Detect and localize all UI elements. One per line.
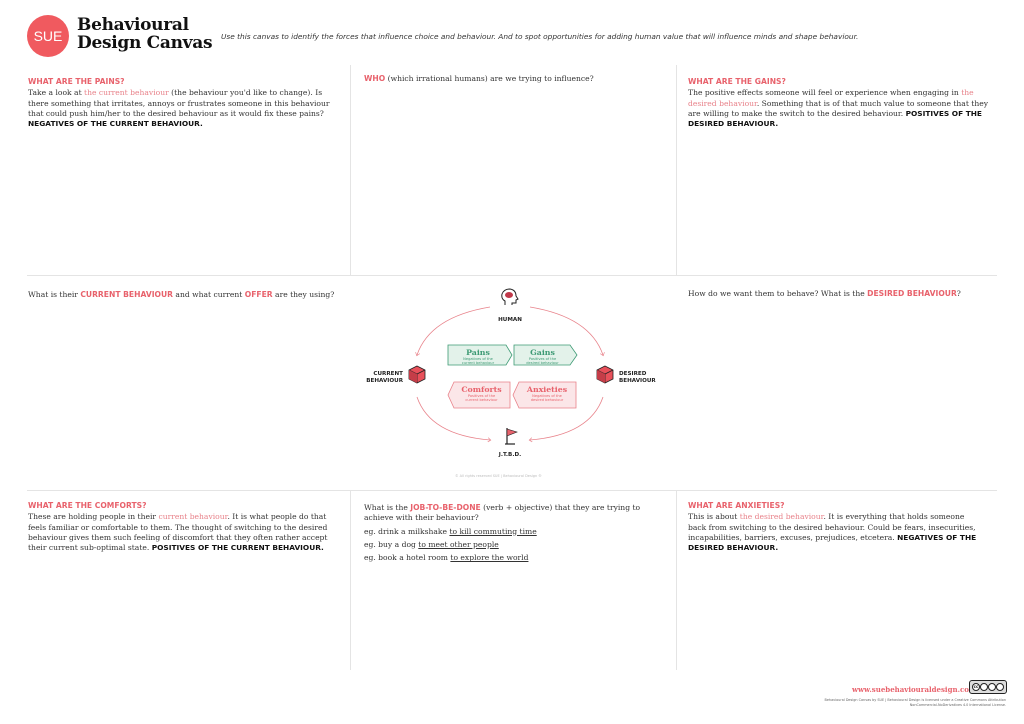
comforts-emphasis: POSITIVES OF THE CURRENT BEHAVIOUR. — [151, 543, 324, 553]
grid-divider — [350, 490, 351, 670]
pains-highlight: the current behaviour — [84, 88, 169, 98]
anxieties-heading: WHAT ARE ANXIETIES? — [688, 501, 785, 510]
desired-behaviour-keyword: DESIRED BEHAVIOUR — [867, 289, 957, 298]
current-behaviour-cube-icon — [408, 365, 426, 384]
comforts-highlight: current behaviour — [158, 512, 228, 522]
jtbd-label: J.T.B.D. — [498, 452, 522, 458]
who-cell[interactable]: WHO (which irrational humans) are we try… — [364, 74, 664, 84]
jtbd-flag-icon — [505, 428, 518, 445]
desired-behaviour-label: DESIRED BEHAVIOUR — [619, 371, 656, 384]
comforts-card: Comforts Positives of the current behavi… — [461, 385, 502, 402]
pains-heading: WHAT ARE THE PAINS? — [28, 77, 125, 86]
current-behaviour-label: CURRENT BEHAVIOUR — [366, 371, 403, 384]
grid-divider — [27, 275, 997, 276]
offer-keyword: OFFER — [244, 290, 273, 299]
cc-icon: cc — [972, 683, 980, 691]
gains-heading: WHAT ARE THE GAINS? — [688, 77, 786, 86]
grid-divider — [27, 490, 997, 491]
header: SUE Behavioural Design Canvas Use this c… — [27, 15, 1017, 60]
diagram-copyright: © All rights reserved SUE | Behavioural … — [455, 474, 542, 478]
jtbd-example: eg. book a hotel room to explore the wor… — [364, 553, 529, 563]
canvas-title: Behavioural Design Canvas — [77, 15, 213, 53]
comforts-cell[interactable]: WHAT ARE THE COMFORTS? These are holding… — [28, 501, 338, 553]
current-behaviour-cell[interactable]: What is their CURRENT BEHAVIOUR and what… — [28, 290, 358, 300]
pains-cell[interactable]: WHAT ARE THE PAINS? Take a look at the c… — [28, 77, 333, 129]
pains-emphasis: NEGATIVES OF THE CURRENT BEHAVIOUR. — [28, 119, 203, 129]
who-keyword: WHO — [364, 74, 386, 83]
sue-logo: SUE — [27, 15, 69, 57]
current-behaviour-keyword: CURRENT BEHAVIOUR — [80, 290, 174, 299]
jtbd-keyword: JOB-TO-BE-DONE — [410, 503, 481, 512]
comforts-heading: WHAT ARE THE COMFORTS? — [28, 501, 147, 510]
website-link[interactable]: www.suebehaviouraldesign.com — [852, 685, 976, 694]
grid-divider — [350, 65, 351, 275]
behaviour-diagram: HUMAN CURRENT BEHAVIOUR DESIRED BEHAVIOU… — [355, 285, 665, 485]
anxieties-card: Anxieties Negatives of the desired behav… — [526, 385, 568, 402]
anxieties-cell[interactable]: WHAT ARE ANXIETIES? This is about the de… — [688, 501, 983, 553]
license-text: Behavioural Design Canvas by SUE | Behav… — [824, 698, 1006, 707]
jtbd-example: eg. buy a dog to meet other people — [364, 539, 499, 549]
nd-icon — [996, 683, 1004, 691]
by-icon — [980, 683, 988, 691]
jtbd-cell[interactable]: What is the JOB-TO-BE-DONE (verb + objec… — [364, 503, 644, 563]
jtbd-example: eg. drink a milkshake to kill commuting … — [364, 526, 537, 536]
gains-cell[interactable]: WHAT ARE THE GAINS? The positive effects… — [688, 77, 988, 129]
desired-behaviour-cube-icon — [596, 365, 614, 384]
desired-behaviour-cell[interactable]: How do we want them to behave? What is t… — [688, 289, 1008, 299]
gains-card: Gains Positives of the desired behaviour — [526, 348, 559, 365]
human-brain-icon — [501, 288, 519, 305]
anxieties-highlight: the desired behaviour — [739, 512, 824, 522]
pains-card: Pains Negatives of the current behaviour — [461, 348, 495, 365]
creative-commons-badge: cc — [969, 680, 1007, 694]
grid-divider — [676, 65, 677, 275]
human-label: HUMAN — [498, 317, 522, 323]
grid-divider — [676, 490, 677, 670]
tagline: Use this canvas to identify the forces t… — [221, 32, 859, 41]
nc-icon — [988, 683, 996, 691]
